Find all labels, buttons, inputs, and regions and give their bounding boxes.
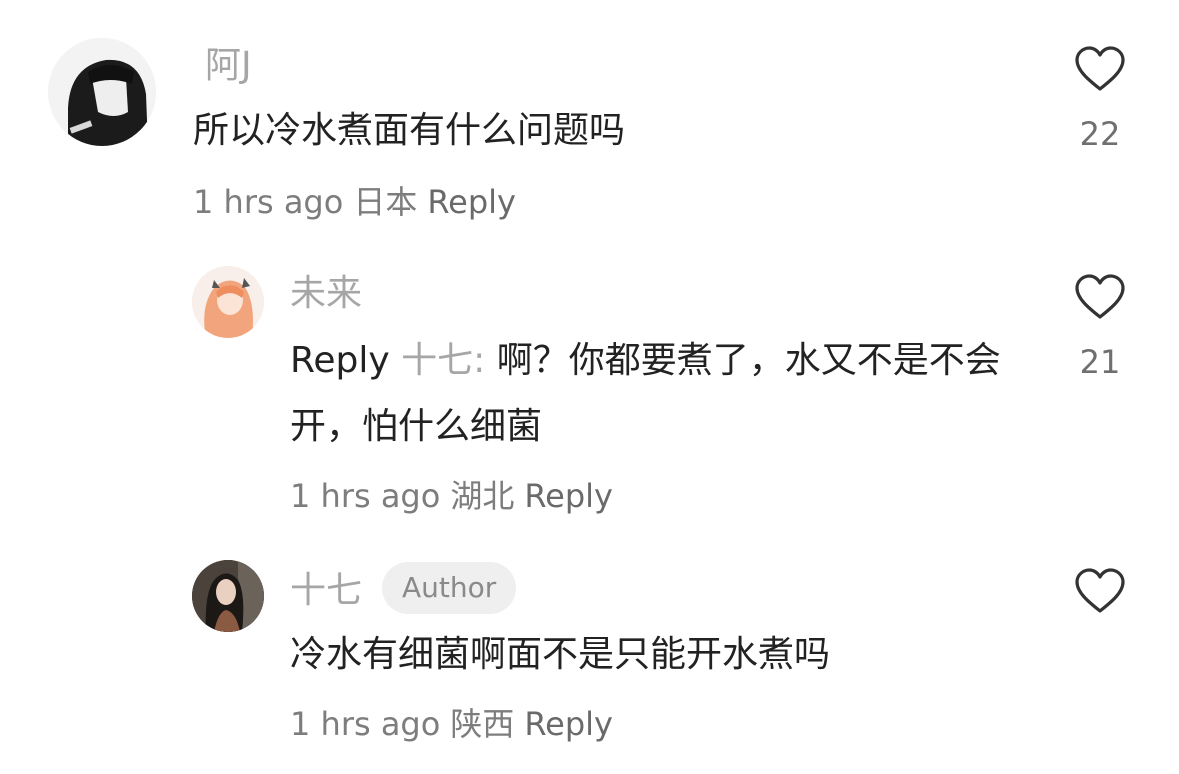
location: 陕西 [450,705,515,743]
heart-icon [1075,274,1125,319]
comment-meta: 1 hrs ago 陕西 Reply [290,704,613,744]
heart-icon [1075,46,1125,91]
username[interactable]: 十七 [290,570,362,611]
like-count: 21 [1079,343,1121,381]
avatar-image [192,266,264,338]
avatar-image [192,560,264,632]
heart-icon [1075,568,1125,613]
avatar[interactable] [192,560,264,632]
username[interactable]: 阿J [205,44,252,88]
comment-meta: 1 hrs ago 湖北 Reply [290,476,613,516]
like-button[interactable]: 21 [1070,274,1130,382]
avatar[interactable] [48,38,156,146]
reply-button[interactable]: Reply [524,477,613,515]
comment-text: 所以冷水煮面有什么问题吗 [193,110,626,151]
location: 日本 [353,183,418,221]
reply-text: 啊？你都要煮了，水又不是不会开，怕什么细菌 [290,340,1001,447]
comment-text: Reply 十七: 啊？你都要煮了，水又不是不会开，怕什么细菌 [290,328,1010,460]
avatar-image [48,38,156,146]
comment-text: 冷水有细菌啊面不是只能开水煮吗 [290,634,831,675]
reply-prefix: Reply [290,340,390,381]
reply-button[interactable]: Reply [427,183,516,221]
avatar[interactable] [192,266,264,338]
reply-button[interactable]: Reply [524,705,613,743]
location: 湖北 [450,477,515,515]
username-row: 十七 Author [290,562,517,618]
comment-meta: 1 hrs ago 日本 Reply [193,182,516,222]
like-count: 22 [1079,115,1121,153]
mention-username[interactable]: 十七: [401,340,485,381]
timestamp: 1 hrs ago [290,477,441,515]
username[interactable]: 未来 [290,272,362,316]
author-badge: Author [382,562,517,614]
timestamp: 1 hrs ago [290,705,441,743]
like-button[interactable]: 22 [1070,46,1130,154]
like-button[interactable] [1070,568,1130,636]
timestamp: 1 hrs ago [193,183,344,221]
